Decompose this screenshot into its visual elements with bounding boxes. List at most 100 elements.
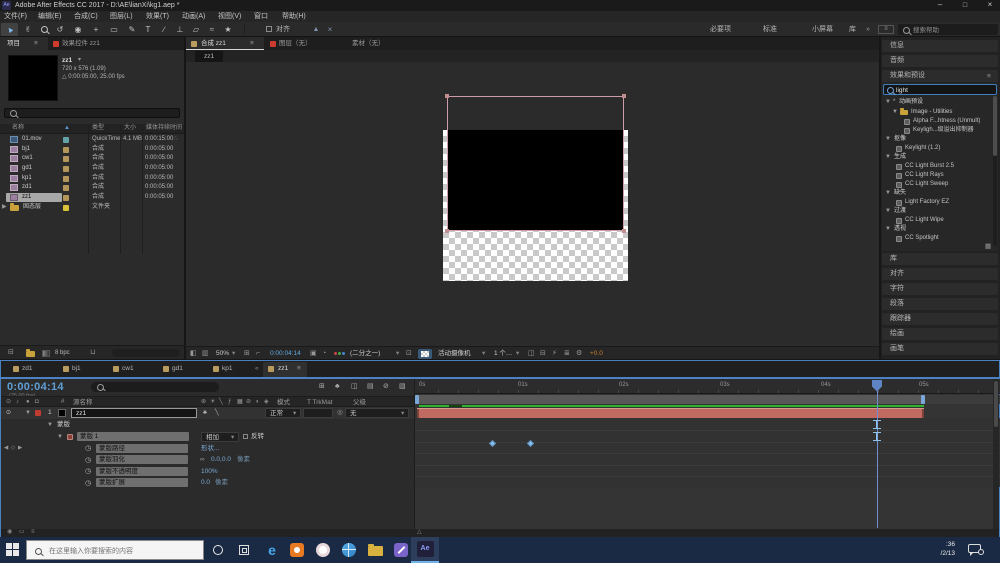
menu-composition[interactable]: 合成(C) <box>74 11 98 22</box>
column-name[interactable]: 名称 <box>12 124 24 133</box>
property-name-box[interactable]: 蒙版羽化 <box>96 455 188 464</box>
layer-expander-icon[interactable]: ▼ <box>25 409 31 418</box>
render-settings-icon[interactable]: ≡ <box>31 528 35 537</box>
view-layout-value[interactable]: 1 个… <box>494 349 512 358</box>
property-value[interactable]: 0.0 <box>201 478 210 487</box>
project-search-input[interactable] <box>4 108 180 118</box>
grid-options-icon[interactable]: ⊞ <box>244 348 250 359</box>
panel-align[interactable]: 对齐 <box>882 268 998 280</box>
bit-depth-label[interactable]: 8 bpc <box>55 349 70 358</box>
new-folder-icon[interactable] <box>26 349 35 357</box>
panel-menu-icon[interactable]: ≡ <box>250 39 254 48</box>
mask-name-box[interactable]: 蒙版 1 <box>77 432 189 441</box>
edge-browser-icon[interactable]: e <box>264 541 280 559</box>
snap-checkbox[interactable] <box>266 26 272 32</box>
snapshot-icon[interactable]: ▣ <box>310 348 317 359</box>
mask-handle[interactable] <box>622 94 626 98</box>
layer-name-editbox[interactable]: zz1 <box>71 407 197 418</box>
tree-folder-image-utilities[interactable]: ▼ Image - Utilities <box>882 108 998 117</box>
layer-duration-bar[interactable] <box>417 408 924 418</box>
mask-color-chip[interactable] <box>67 433 73 440</box>
taskbar-search-input[interactable] <box>47 541 201 561</box>
column-size[interactable]: 大小 <box>124 124 136 133</box>
text-tool[interactable]: T <box>140 22 156 37</box>
current-timecode[interactable]: 0:00:04:14 <box>7 381 64 393</box>
mask-handle[interactable] <box>445 94 449 98</box>
tree-category-missing[interactable]: ▼ 缺失 <box>882 189 998 198</box>
timeline-tab-zz1-active[interactable]: zz1 ≡ <box>263 362 307 377</box>
property-name-box[interactable]: 蒙版不透明度 <box>96 466 188 476</box>
parent-pickwhip-icon[interactable]: ◎ <box>337 408 343 417</box>
label-chip[interactable] <box>63 184 69 191</box>
puppet-pin-tool[interactable]: ★ <box>220 22 236 37</box>
exposure-value[interactable]: +0.0 <box>590 349 603 358</box>
notification-center-icon[interactable] <box>968 544 984 556</box>
layer-row-zz1[interactable]: ⊙ ▼ 1 zz1 ♣ ╲ 正常 ▾ ◎ 无 ▾ <box>1 406 414 419</box>
camera-tool[interactable]: ◉ <box>70 22 86 37</box>
tree-preset-keylight-spill[interactable]: Keyligh...级溢出抑制器 <box>882 126 998 135</box>
tree-category-generate[interactable]: ▼ 生成 <box>882 153 998 162</box>
expander-icon[interactable]: ▼ <box>885 225 891 234</box>
tree-category-animation-presets[interactable]: ▼ * 动画预设 <box>882 98 998 107</box>
main-view-icon[interactable]: ▥ <box>202 348 209 359</box>
panel-character[interactable]: 字符 <box>882 283 998 295</box>
layer-quality-switch[interactable]: ╲ <box>215 409 219 418</box>
tree-effect-keylight[interactable]: Keylight (1.2) <box>882 144 998 153</box>
menu-help[interactable]: 帮助(H) <box>282 11 306 22</box>
table-row-solids-folder[interactable]: ▶ 固态层 文件夹 <box>0 203 184 212</box>
timeline-tab-bj1[interactable]: bj1 <box>72 364 81 373</box>
motion-blur-toggle[interactable]: ▤ <box>367 381 374 392</box>
effects-search-input[interactable]: light <box>883 84 997 95</box>
in-out-icon[interactable]: ▭ <box>19 528 25 537</box>
expander-icon[interactable]: ▼ <box>885 135 891 144</box>
stopwatch-icon[interactable]: ◷ <box>85 466 91 477</box>
work-area-start-handle[interactable] <box>415 394 419 404</box>
property-name-box[interactable]: 蒙版路径 <box>96 443 188 453</box>
timeline-tab-cw1[interactable]: cw1 <box>122 364 134 373</box>
property-value[interactable]: 100% <box>201 467 218 476</box>
feather-link-icon[interactable]: ∞ <box>200 455 205 464</box>
effects-panel-menu-icon[interactable]: ≡ <box>987 72 991 81</box>
share-view-icon[interactable]: ◫ <box>528 348 535 359</box>
workspace-standard[interactable]: 标准 <box>763 24 777 35</box>
maximize-button[interactable]: □ <box>955 0 975 11</box>
minimize-button[interactable]: – <box>930 0 950 11</box>
label-chip[interactable] <box>63 194 69 201</box>
timeline-tab-zd1[interactable]: zd1 <box>22 364 32 373</box>
purple-editor-icon[interactable] <box>394 543 408 557</box>
new-animation-preset-icon[interactable]: ▦ <box>985 242 991 251</box>
workspace-libraries[interactable]: 库 <box>849 24 856 35</box>
effects-scrollbar[interactable] <box>993 96 997 246</box>
mask-invert-checkbox[interactable] <box>243 434 248 439</box>
menu-effect[interactable]: 效果(T) <box>146 11 169 22</box>
cortana-icon[interactable] <box>213 545 223 555</box>
region-of-interest-icon[interactable]: ⊡ <box>406 348 412 359</box>
panel-paragraph[interactable]: 段落 <box>882 298 998 310</box>
column-type[interactable]: 类型 <box>92 124 104 133</box>
label-chip[interactable] <box>63 204 69 211</box>
property-name-box[interactable]: 蒙版扩展 <box>96 478 188 487</box>
preview-name-dropdown-icon[interactable]: ▾ <box>78 56 81 65</box>
mask-feather-row[interactable]: ◷ 蒙版羽化 ∞ 0.0,0.0 像素 <box>1 454 414 465</box>
panel-menu-icon[interactable]: ≡ <box>34 39 38 48</box>
parent-column[interactable]: 父级 <box>353 398 366 407</box>
timeline-tab-kp1[interactable]: kp1 <box>222 364 232 373</box>
interpret-footage-icon[interactable]: ⊟ <box>8 347 14 358</box>
flowchart-icon[interactable]: ⚙ <box>576 348 582 359</box>
tree-category-keying[interactable]: ▼ 抠像 <box>882 135 998 144</box>
playhead-line[interactable] <box>876 390 878 528</box>
menu-file[interactable]: 文件(F) <box>4 11 27 22</box>
table-row-kp1[interactable]: kp1 合成 0:00:05:00 <box>0 174 184 183</box>
panel-info[interactable]: 信息 <box>882 40 998 52</box>
layer-label-chip[interactable] <box>35 409 41 416</box>
panel-menu-icon[interactable]: ≡ <box>297 364 301 373</box>
workspace-overflow-icon[interactable]: » <box>866 24 870 35</box>
resolution-value[interactable]: (二分之一) <box>350 349 380 358</box>
tree-effect-cc-spotlight[interactable]: CC Spotlight <box>882 234 998 243</box>
mask-opacity-row[interactable]: ◷ 蒙版不透明度 100% <box>1 466 414 477</box>
magnification-value[interactable]: 50% <box>216 349 229 358</box>
zoom-tool[interactable] <box>41 26 50 34</box>
always-preview-icon[interactable]: ◧ <box>190 348 197 359</box>
tab-overflow-icon[interactable]: « <box>255 364 259 373</box>
timeline-tab-gd1[interactable]: gd1 <box>172 364 183 373</box>
